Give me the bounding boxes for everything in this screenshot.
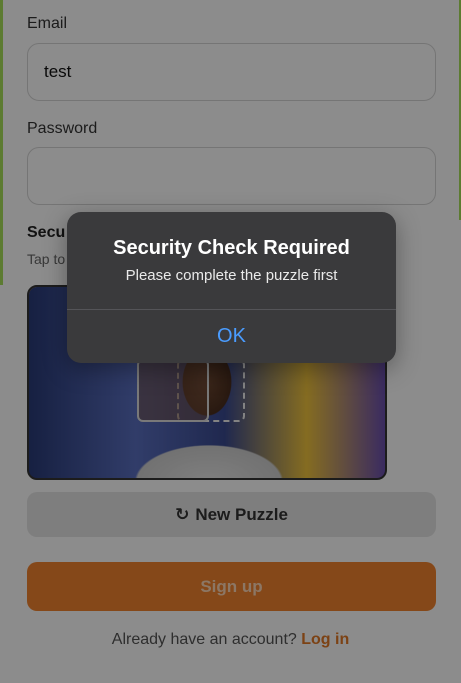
alert-title: Security Check Required (113, 237, 350, 259)
signup-screen: Email test Password Secu Tap to ↻ New Pu… (0, 0, 461, 683)
alert-message: Please complete the puzzle first (125, 267, 338, 284)
alert-ok-button[interactable]: OK (67, 310, 396, 363)
security-alert-dialog: Security Check Required Please complete … (67, 212, 396, 363)
